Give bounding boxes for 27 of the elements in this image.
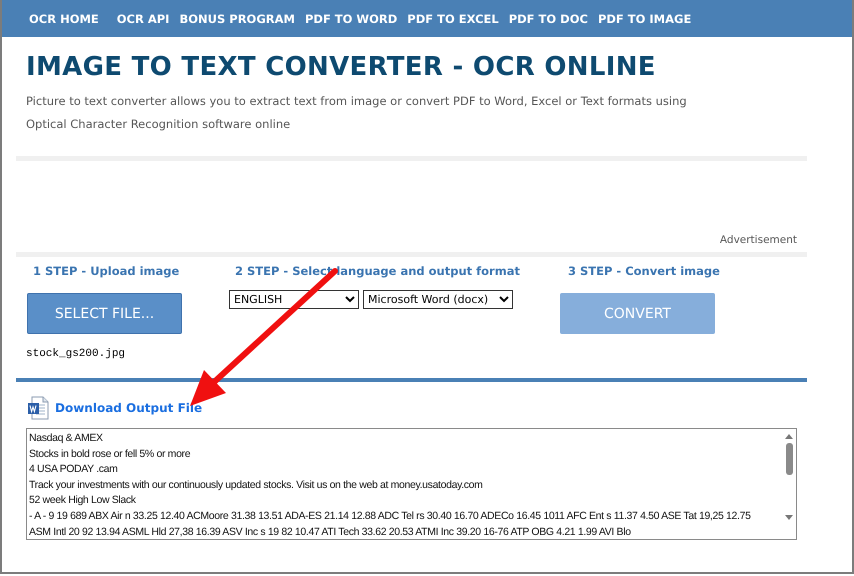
output-line: 4 USA PODAY .cam [29,462,119,478]
ad-label: Advertisement [720,234,797,246]
nav-link[interactable]: OCR API [112,8,174,28]
output-line: - A - 9 19 689 ABX Air n 33.25 12.40 ACMoore 31.38 13.51 ADA-ES 21.14 12.88 ADC Tel rs 30.40 16.70 ADECo 16.45 1011 AFC Ent s 11.37 4.50 ASE Tat 19,25 12.75 [29,508,752,524]
format-dropdown[interactable]: Microsoft Word (docx) [363,290,513,309]
file-name: stock_gs200.jpg [26,348,126,360]
nav-link[interactable]: PDF TO WORD [300,8,402,28]
page-title: IMAGE TO TEXT CONVERTER - OCR ONLINE [26,52,657,82]
output-line: Track your investments with our continuously updated stocks. Visit us on the web at money.usatoday.com [29,478,484,493]
output-line: Nasdaq & AMEX [29,431,104,446]
step-label: 1 STEP - Upload image [32,264,180,280]
step-label: 3 STEP - Convert image [567,264,721,280]
select-file-button[interactable]: SELECT FILE... [27,293,182,334]
nav-link[interactable]: PDF TO IMAGE [592,8,696,28]
step-label: 2 STEP - Select language and output format [234,264,521,280]
language-dropdown[interactable]: ENGLISH [229,290,359,309]
page-description: Picture to text converter allows you to extract text from image or convert PDF to Word, Excel or Text formats using Optical Character Recognition software online [26,93,688,133]
output-line: ASM Intl 20 92 13.94 ASML Hld 27,38 16.39 ASV Inc s 19 82 10.47 ATI Tech 33.62 20.53 ATMI Inc 39.20 16-76 ATP OBG 4.21 1.99 AVI Blo [29,524,632,539]
nav-link[interactable]: OCR HOME [24,8,104,28]
nav-link[interactable]: PDF TO DOC [504,8,593,28]
output-text-area[interactable] [26,428,797,540]
word-document-icon [27,396,49,420]
download-link[interactable]: Download Output File [55,401,202,415]
output-line: Stocks in bold rose or fell 5% or more [29,446,192,462]
output-line: 52 week High Low Slack [29,493,137,508]
nav-link[interactable]: BONUS PROGRAM [174,8,300,28]
nav-link[interactable]: PDF TO EXCEL [402,8,504,28]
